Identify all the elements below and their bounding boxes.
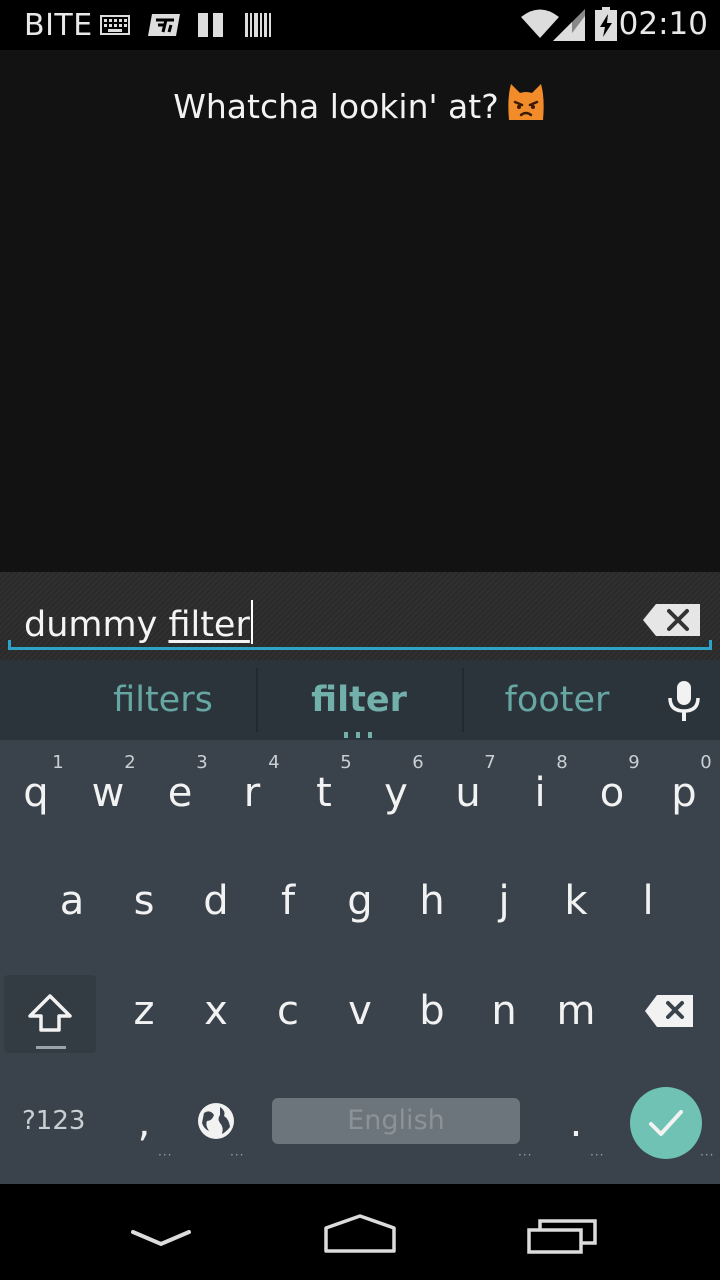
key-f[interactable]: f xyxy=(252,878,324,924)
key-v[interactable]: v xyxy=(324,988,396,1034)
done-key[interactable] xyxy=(630,1087,702,1159)
toast-message: Whatcha lookin' at? xyxy=(0,82,720,126)
recents-icon[interactable] xyxy=(526,1218,598,1254)
key-x[interactable]: x xyxy=(180,988,252,1034)
more-suggestions-dots xyxy=(344,732,372,738)
search-text-committed: dummy xyxy=(24,605,169,645)
key-comma[interactable]: , xyxy=(108,1100,180,1146)
key-period[interactable]: . xyxy=(540,1100,612,1146)
delete-key-icon[interactable] xyxy=(644,994,694,1028)
key-p[interactable]: p xyxy=(648,770,720,816)
status-bar: BITE 02:10 xyxy=(0,0,720,50)
key-l[interactable]: l xyxy=(612,878,684,924)
key-d[interactable]: d xyxy=(180,878,252,924)
key-a[interactable]: a xyxy=(36,878,108,924)
checkmark-icon xyxy=(649,1110,683,1136)
key-e[interactable]: e xyxy=(144,770,216,816)
shift-icon xyxy=(28,994,72,1032)
key-g[interactable]: g xyxy=(324,878,396,924)
key-s[interactable]: s xyxy=(108,878,180,924)
search-input[interactable]: dummy filter xyxy=(24,600,253,645)
navigation-bar xyxy=(0,1184,720,1280)
shift-key[interactable] xyxy=(4,975,96,1053)
key-q[interactable]: q xyxy=(0,770,72,816)
key-t[interactable]: t xyxy=(288,770,360,816)
battery-charging-icon xyxy=(595,7,617,41)
key-b[interactable]: b xyxy=(396,988,468,1034)
long-press-dots: ··· xyxy=(590,1148,605,1162)
key-c[interactable]: c xyxy=(252,988,324,1034)
globe-icon[interactable] xyxy=(196,1101,236,1141)
barcode-icon xyxy=(245,13,271,37)
shift-indicator xyxy=(36,1046,66,1049)
suggestion-strip: filters filter footer xyxy=(0,660,720,740)
app-content: Whatcha lookin' at? xyxy=(0,50,720,572)
key-y[interactable]: y xyxy=(360,770,432,816)
app-notification-icon xyxy=(148,14,180,36)
pause-icon xyxy=(198,13,223,37)
back-down-icon[interactable] xyxy=(130,1228,192,1248)
microphone-icon[interactable] xyxy=(664,680,704,722)
keyboard-icon xyxy=(100,15,130,35)
suggestion-filters[interactable]: filters xyxy=(88,680,238,720)
home-icon[interactable] xyxy=(322,1214,398,1254)
clock: 02:10 xyxy=(618,6,708,42)
key-m[interactable]: m xyxy=(540,988,612,1034)
key-h[interactable]: h xyxy=(396,878,468,924)
long-press-dots: ··· xyxy=(518,1148,533,1162)
pouting-cat-emoji-icon xyxy=(508,84,544,120)
search-text-composing: filter xyxy=(168,605,250,645)
suggestion-divider xyxy=(256,668,258,732)
symbols-key[interactable]: ?123 xyxy=(22,1106,85,1136)
suggestion-divider xyxy=(462,668,464,732)
key-j[interactable]: j xyxy=(468,878,540,924)
toast-text: Whatcha lookin' at? xyxy=(173,87,499,126)
long-press-dots: ··· xyxy=(700,1148,715,1162)
suggestion-footer[interactable]: footer xyxy=(482,680,632,720)
space-key[interactable]: English xyxy=(272,1098,520,1144)
long-press-dots: ··· xyxy=(230,1148,245,1162)
text-caret xyxy=(250,600,253,644)
search-underline xyxy=(8,640,712,650)
key-n[interactable]: n xyxy=(468,988,540,1034)
backspace-clear-icon[interactable] xyxy=(642,602,702,638)
signal-icon xyxy=(553,9,585,41)
key-r[interactable]: r xyxy=(216,770,288,816)
suggestion-filter[interactable]: filter xyxy=(284,680,434,720)
key-w[interactable]: w xyxy=(72,770,144,816)
key-i[interactable]: i xyxy=(504,770,576,816)
long-press-dots: ··· xyxy=(158,1148,173,1162)
key-o[interactable]: o xyxy=(576,770,648,816)
key-z[interactable]: z xyxy=(108,988,180,1034)
carrier-label: BITE xyxy=(24,8,93,43)
key-u[interactable]: u xyxy=(432,770,504,816)
key-k[interactable]: k xyxy=(540,878,612,924)
